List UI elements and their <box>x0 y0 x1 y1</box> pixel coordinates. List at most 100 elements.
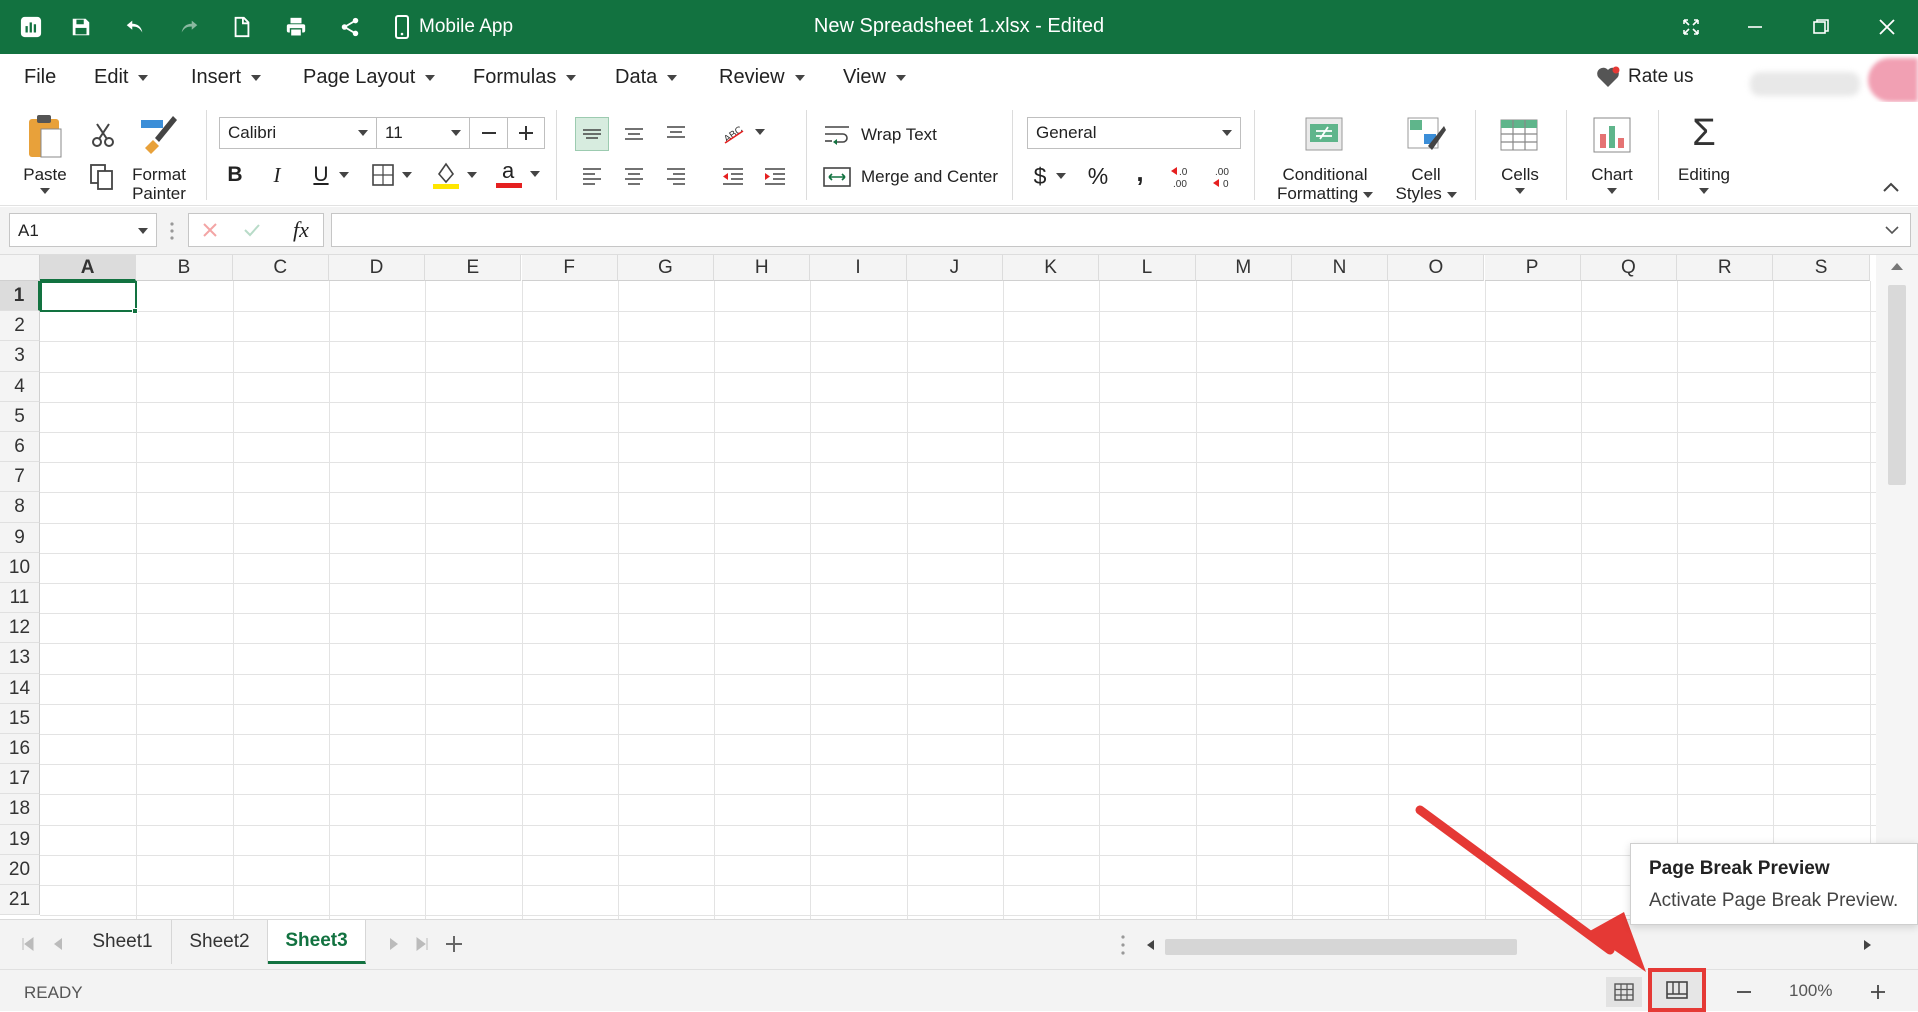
fullscreen-icon[interactable] <box>1671 10 1711 44</box>
editing-dropdown[interactable] <box>1697 186 1711 196</box>
underline-button[interactable]: U <box>306 160 356 190</box>
increase-decimal-button[interactable]: .0.00 <box>1166 160 1198 192</box>
font-name-select[interactable]: Calibri <box>219 117 377 149</box>
bold-button[interactable]: B <box>222 160 248 190</box>
row-header[interactable]: 4 <box>0 371 40 402</box>
cancel-formula-button[interactable] <box>197 218 223 242</box>
avatar[interactable] <box>1868 58 1918 102</box>
column-header[interactable]: L <box>1099 255 1196 281</box>
format-painter-button[interactable] <box>138 112 180 158</box>
align-middle-button[interactable] <box>617 117 651 151</box>
cells-dropdown[interactable] <box>1513 186 1527 196</box>
row-header[interactable]: 1 <box>0 281 40 312</box>
zoom-in-button[interactable] <box>1860 977 1896 1007</box>
copy-button[interactable] <box>86 162 118 192</box>
restore-icon[interactable] <box>1801 10 1841 44</box>
italic-button[interactable]: I <box>264 160 290 190</box>
cell-styles-button[interactable] <box>1404 114 1448 156</box>
row-header[interactable]: 12 <box>0 613 40 644</box>
menu-view[interactable]: View <box>843 66 906 89</box>
borders-button[interactable] <box>368 160 416 190</box>
editing-button[interactable]: Σ <box>1686 112 1722 154</box>
column-header[interactable]: M <box>1195 255 1292 281</box>
percent-button[interactable]: % <box>1082 160 1114 192</box>
column-header[interactable]: Q <box>1580 255 1678 281</box>
comma-button[interactable]: , <box>1124 156 1156 188</box>
menu-insert[interactable]: Insert <box>191 66 262 89</box>
row-header[interactable]: 13 <box>0 643 40 674</box>
chart-dropdown[interactable] <box>1605 186 1619 196</box>
sheet-tab-sheet3[interactable]: Sheet3 <box>268 920 366 964</box>
font-color-button[interactable]: a <box>492 156 544 192</box>
scroll-right-button[interactable] <box>1860 936 1876 954</box>
row-header[interactable]: 19 <box>0 824 40 855</box>
column-header[interactable]: R <box>1677 255 1774 281</box>
row-header[interactable]: 16 <box>0 734 40 765</box>
merge-center-button[interactable]: Merge and Center <box>823 162 1013 192</box>
column-header[interactable]: O <box>1388 255 1485 281</box>
formula-bar-grip[interactable] <box>166 221 178 241</box>
menu-edit[interactable]: Edit <box>94 66 149 89</box>
column-header[interactable]: E <box>425 255 522 281</box>
number-format-select[interactable]: General <box>1027 117 1241 149</box>
column-header[interactable]: G <box>617 255 715 281</box>
menu-data[interactable]: Data <box>615 66 678 89</box>
minimize-icon[interactable] <box>1735 10 1775 44</box>
redo-icon[interactable] <box>172 10 206 44</box>
row-header[interactable]: 17 <box>0 764 40 795</box>
align-left-button[interactable] <box>575 160 609 192</box>
confirm-formula-button[interactable] <box>239 218 265 242</box>
align-top-button[interactable] <box>575 117 609 151</box>
fill-handle[interactable] <box>132 308 138 314</box>
column-header[interactable]: N <box>1291 255 1389 281</box>
menu-file[interactable]: File <box>24 66 56 89</box>
row-header[interactable]: 8 <box>0 492 40 523</box>
decrease-font-button[interactable] <box>470 118 508 148</box>
row-header[interactable]: 6 <box>0 432 40 463</box>
select-all-corner[interactable] <box>0 255 40 281</box>
align-center-button[interactable] <box>617 160 651 192</box>
collapse-ribbon-button[interactable] <box>1878 176 1904 198</box>
row-header[interactable]: 10 <box>0 552 40 583</box>
row-header[interactable]: 18 <box>0 794 40 825</box>
rate-us-button[interactable]: Rate us <box>1596 66 1693 88</box>
account-name[interactable] <box>1750 72 1860 96</box>
column-header[interactable]: C <box>232 255 329 281</box>
vertical-scroll-thumb[interactable] <box>1888 285 1906 485</box>
column-header[interactable]: D <box>328 255 426 281</box>
cells-button[interactable] <box>1497 114 1541 156</box>
paste-button[interactable] <box>22 112 68 162</box>
next-sheet-button[interactable] <box>384 934 404 954</box>
row-header[interactable]: 14 <box>0 673 40 704</box>
wrap-text-button[interactable]: Wrap Text <box>823 120 1003 150</box>
column-header[interactable]: A <box>40 255 137 281</box>
scroll-left-button[interactable] <box>1142 936 1158 954</box>
column-header[interactable]: K <box>1003 255 1100 281</box>
active-cell[interactable] <box>40 281 137 312</box>
mobile-app-button[interactable]: Mobile App <box>395 12 513 42</box>
menu-formulas[interactable]: Formulas <box>473 66 577 89</box>
share-icon[interactable] <box>333 10 367 44</box>
increase-font-button[interactable] <box>508 118 544 148</box>
name-box[interactable]: A1 <box>9 213 157 247</box>
cut-button[interactable] <box>88 120 118 150</box>
column-header[interactable]: J <box>906 255 1003 281</box>
new-file-icon[interactable] <box>225 10 259 44</box>
align-right-button[interactable] <box>659 160 693 192</box>
undo-icon[interactable] <box>118 10 152 44</box>
increase-indent-button[interactable] <box>758 160 792 192</box>
align-bottom-button[interactable] <box>659 117 693 151</box>
scroll-up-icon[interactable] <box>1890 261 1904 271</box>
column-header[interactable]: F <box>521 255 618 281</box>
sheet-tab-sheet2[interactable]: Sheet2 <box>172 920 268 964</box>
tab-splitter[interactable] <box>1117 934 1129 956</box>
currency-button[interactable]: $ <box>1027 160 1073 192</box>
row-header[interactable]: 5 <box>0 401 40 432</box>
row-header[interactable]: 2 <box>0 311 40 342</box>
row-header[interactable]: 11 <box>0 583 40 614</box>
row-header[interactable]: 15 <box>0 703 40 734</box>
row-header[interactable]: 7 <box>0 462 40 493</box>
formula-input[interactable] <box>331 213 1911 247</box>
insert-function-button[interactable]: fx <box>283 216 319 244</box>
prev-sheet-button[interactable] <box>48 934 68 954</box>
